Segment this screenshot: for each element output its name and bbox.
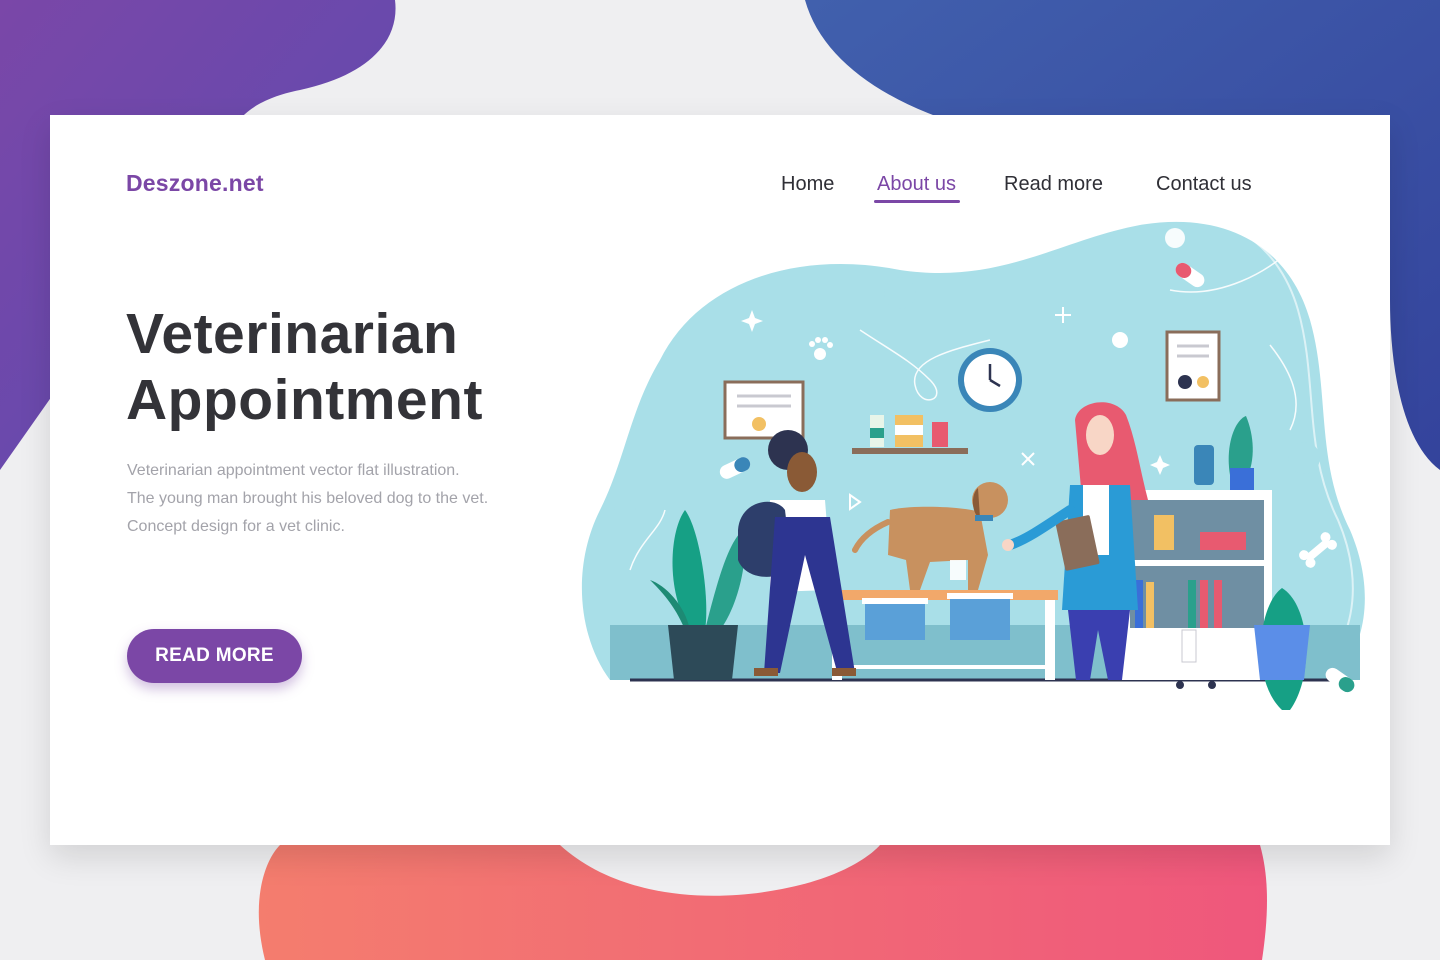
- read-more-button[interactable]: READ MORE: [127, 629, 302, 683]
- nav-contact-us[interactable]: Contact us: [1156, 173, 1252, 196]
- description-line: Veterinarian appointment vector flat ill…: [127, 462, 460, 479]
- description-line: The young man brought his beloved dog to…: [127, 490, 489, 507]
- main-nav: Home About us Read more Contact us: [50, 173, 1390, 213]
- title-line-2: Appointment: [126, 368, 483, 432]
- active-nav-indicator: [874, 200, 960, 203]
- hero-description: Veterinarian appointment vector flat ill…: [127, 457, 547, 541]
- page-title: Veterinarian Appointment: [126, 301, 483, 433]
- title-line-1: Veterinarian: [126, 302, 459, 366]
- certificate-icon: [1165, 330, 1221, 402]
- description-line: Concept design for a vet clinic.: [127, 518, 345, 535]
- nav-about-us[interactable]: About us: [877, 173, 956, 196]
- clock-icon: [958, 348, 1022, 412]
- vet-clinic-illustration: [581, 210, 1365, 710]
- nav-home[interactable]: Home: [781, 173, 834, 196]
- landing-card: Deszone.net Home About us Read more Cont…: [50, 115, 1390, 845]
- nav-read-more[interactable]: Read more: [1004, 173, 1103, 196]
- certificate-icon: [723, 380, 805, 440]
